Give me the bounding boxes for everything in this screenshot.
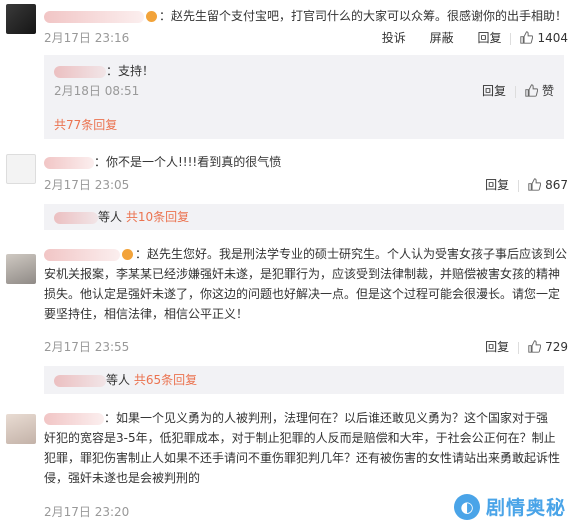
like-count: 867 — [545, 178, 568, 192]
divider — [510, 32, 512, 45]
verified-badge-icon — [146, 11, 157, 22]
username[interactable] — [54, 374, 106, 387]
comment-meta: 2月17日 23:16 投诉 屏蔽 回复 1404 — [44, 28, 568, 48]
avatar[interactable] — [6, 154, 36, 184]
comment-text: 损失。他认定是强奸未遂了，你这边的问题也好解决一点。但是这个过程可能会很漫长。请… — [44, 287, 561, 301]
like-count: 1404 — [537, 31, 568, 45]
view-replies-link[interactable]: 等人 共10条回复 — [54, 207, 189, 227]
timestamp: 2月18日 08:51 — [54, 84, 140, 98]
report-button[interactable]: 投诉 — [382, 28, 406, 48]
comment-text: 侵，强奸未遂也是会被判刑的 — [44, 471, 201, 485]
comment-text: 犯罪，罪犯伤害制止人如果不还手请问不重伤罪犯判几年？还有被伤害的女性请站出来勇敢… — [44, 451, 561, 465]
reply-text: ：支持！ — [106, 64, 155, 78]
reply-box: 等人 共10条回复 — [44, 204, 564, 230]
verified-badge-icon — [122, 249, 133, 260]
reply-meta: 2月18日 08:51 回复 赞 — [54, 81, 554, 101]
avatar[interactable] — [6, 254, 36, 284]
comment-text: ：如果一个见义勇为的人被判刑，法理何在？以后谁还敢见义勇为？这个国家对于强 — [104, 411, 549, 425]
username[interactable] — [44, 10, 144, 23]
reply-button[interactable]: 回复 — [485, 175, 509, 195]
reply-button[interactable]: 回复 — [477, 28, 501, 48]
watermark-icon: ◐ — [453, 493, 480, 520]
comment-body: ：如果一个见义勇为的人被判刑，法理何在？以后谁还敢见义勇为？这个国家对于强 奸犯… — [44, 408, 568, 488]
comment-text: 要坚持住，相信法律，相信公平正义！ — [44, 307, 249, 321]
reply-box: ：支持！ 2月18日 08:51 回复 赞 共77条回复 — [44, 55, 564, 139]
avatar[interactable] — [6, 414, 36, 444]
comment-body: ：赵先生留个支付宝吧，打官司什么的大家可以众筹。很感谢你的出手相助！ — [44, 6, 568, 26]
timestamp: 2月17日 23:05 — [44, 178, 130, 192]
username[interactable] — [44, 412, 104, 425]
reply-body: ：支持！ — [54, 61, 554, 81]
reply-button[interactable]: 回复 — [485, 337, 509, 357]
comment-text: 安机关报案，李某某已经涉嫌强奸未遂，是犯罪行为，应该受到法律制裁，并赔偿被害女孩… — [44, 267, 561, 281]
view-replies-link[interactable]: 共77条回复 — [54, 115, 117, 135]
username[interactable] — [44, 156, 94, 169]
comment-text: 奸犯的宽容是3-5年，低犯罪成本，对于制止犯罪的人反而是赔偿和大牢，于社会公正何… — [44, 431, 556, 445]
comment-text: ：赵先生留个支付宝吧，打官司什么的大家可以众筹。很感谢你的出手相助！ — [159, 9, 568, 23]
timestamp: 2月17日 23:55 — [44, 340, 130, 354]
thumbs-up-icon[interactable] — [525, 84, 538, 97]
comment-body: ：你不是一个人!!!!看到真的很气愤 — [44, 152, 568, 172]
reply-box: 等人 共65条回复 — [44, 366, 564, 394]
divider — [518, 341, 520, 354]
watermark-text: 剧情奥秘 — [485, 497, 566, 519]
username[interactable] — [54, 65, 106, 78]
username[interactable] — [44, 248, 120, 261]
divider — [514, 85, 516, 98]
watermark-logo: ◐ 剧情奥秘 — [453, 493, 566, 520]
comment-meta: 2月17日 23:05 回复 867 — [44, 175, 568, 195]
avatar[interactable] — [6, 4, 36, 34]
block-button[interactable]: 屏蔽 — [430, 28, 454, 48]
like-count: 729 — [545, 340, 568, 354]
thumbs-up-icon[interactable] — [520, 31, 534, 44]
like-button[interactable]: 赞 — [542, 84, 554, 98]
thumbs-up-icon[interactable] — [528, 178, 542, 191]
divider — [518, 179, 520, 192]
timestamp: 2月17日 23:20 — [44, 505, 130, 519]
comment-text: ：你不是一个人!!!!看到真的很气愤 — [94, 155, 282, 169]
comment-text: ：赵先生您好。我是刑法学专业的硕士研究生。个人认为受害女孩子事后应该到公 — [135, 247, 568, 261]
timestamp: 2月17日 23:16 — [44, 31, 130, 45]
view-replies-link[interactable]: 等人 共65条回复 — [54, 370, 197, 390]
reply-button[interactable]: 回复 — [482, 81, 506, 101]
comment-body: ：赵先生您好。我是刑法学专业的硕士研究生。个人认为受害女孩子事后应该到公 安机关… — [44, 244, 568, 324]
comment-meta: 2月17日 23:55 回复 729 — [44, 337, 568, 357]
thumbs-up-icon[interactable] — [528, 340, 542, 353]
username[interactable] — [54, 211, 98, 224]
